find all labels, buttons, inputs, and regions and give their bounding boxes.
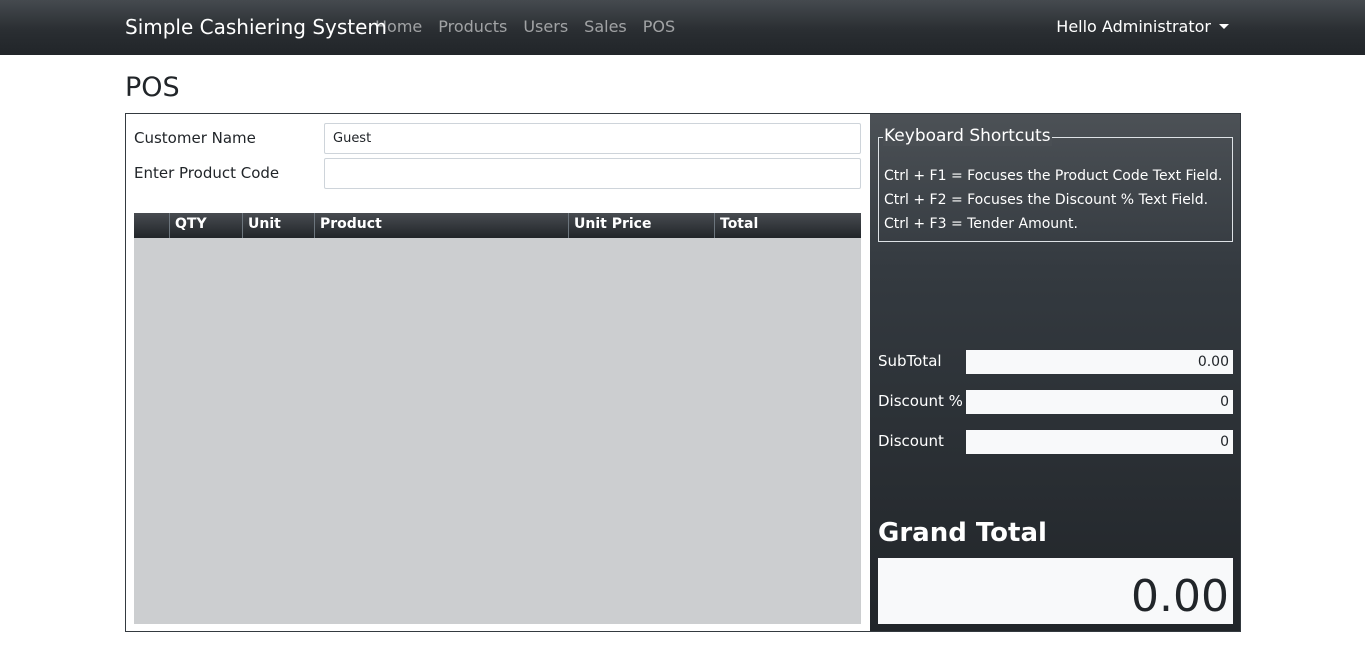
shortcut-item: Ctrl + F3 = Tender Amount.	[884, 216, 1078, 232]
top-navbar: Simple Cashiering System Home Products U…	[0, 0, 1365, 55]
discount-amount-field: 0	[966, 430, 1233, 454]
discount-percent-field[interactable]: 0	[966, 390, 1233, 414]
product-code-input[interactable]	[324, 158, 861, 189]
page-title: POS	[125, 72, 180, 103]
pos-panel: Customer Name Enter Product Code QTY Uni…	[125, 113, 1241, 632]
user-dropdown-label: Hello Administrator	[1056, 17, 1211, 36]
keyboard-shortcuts-box: Keyboard Shortcuts Ctrl + F1 = Focuses t…	[878, 126, 1233, 242]
product-code-label: Enter Product Code	[134, 164, 280, 182]
order-pane: Customer Name Enter Product Code QTY Uni…	[126, 114, 870, 631]
brand-link[interactable]: Simple Cashiering System	[125, 15, 387, 39]
caret-down-icon	[1219, 24, 1229, 29]
discount-percent-label: Discount %	[878, 392, 963, 410]
subtotal-label: SubTotal	[878, 352, 942, 370]
nav-links: Home Products Users Sales POS	[375, 17, 675, 36]
nav-link-sales[interactable]: Sales	[584, 17, 627, 36]
user-dropdown[interactable]: Hello Administrator	[1056, 17, 1229, 36]
column-header-unit: Unit	[243, 213, 315, 238]
customer-name-input[interactable]	[324, 123, 861, 154]
keyboard-shortcuts-title: Keyboard Shortcuts	[883, 126, 1052, 146]
nav-link-home[interactable]: Home	[375, 17, 422, 36]
shortcut-item: Ctrl + F1 = Focuses the Product Code Tex…	[884, 168, 1223, 184]
order-items-table-header: QTY Unit Product Unit Price Total	[134, 213, 861, 238]
column-header-action	[134, 213, 170, 238]
column-header-qty: QTY	[170, 213, 243, 238]
summary-pane: Keyboard Shortcuts Ctrl + F1 = Focuses t…	[870, 114, 1240, 631]
column-header-unit-price: Unit Price	[569, 213, 715, 238]
nav-link-users[interactable]: Users	[523, 17, 568, 36]
grand-total-label: Grand Total	[878, 518, 1047, 548]
discount-label: Discount	[878, 432, 944, 450]
order-items-table: QTY Unit Product Unit Price Total	[134, 213, 861, 624]
customer-name-label: Customer Name	[134, 129, 256, 147]
column-header-total: Total	[720, 216, 759, 232]
grand-total-value: 0.00	[878, 558, 1233, 624]
shortcut-item: Ctrl + F2 = Focuses the Discount % Text …	[884, 192, 1209, 208]
nav-link-pos[interactable]: POS	[643, 17, 675, 36]
subtotal-field: 0.00	[966, 350, 1233, 374]
nav-link-products[interactable]: Products	[438, 17, 507, 36]
column-header-product: Product	[315, 213, 569, 238]
